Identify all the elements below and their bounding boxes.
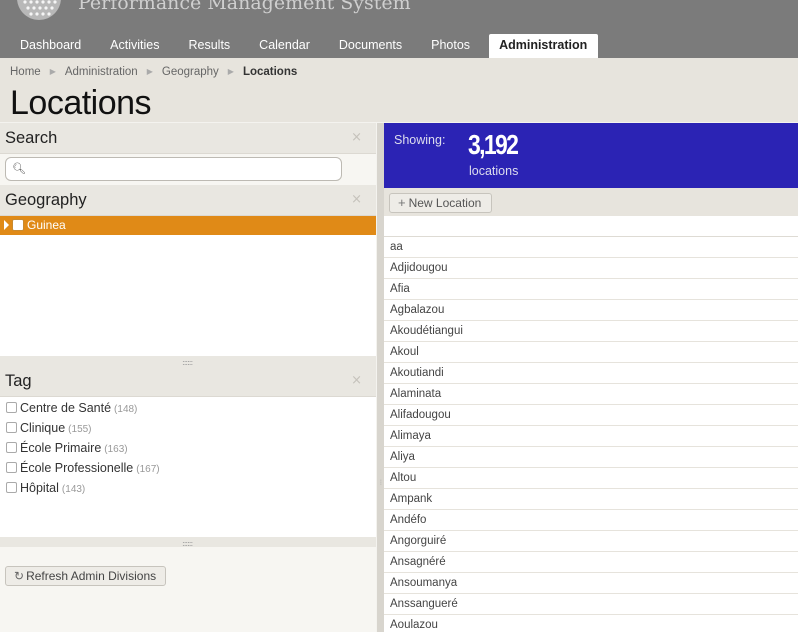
tag-checkbox[interactable] [6,442,17,453]
breadcrumb-home[interactable]: Home [10,66,41,78]
tag-label: École Professionelle [20,461,134,475]
tab-calendar[interactable]: Calendar [249,34,321,58]
tab-administration[interactable]: Administration [489,34,599,58]
list-item[interactable]: Andéfo [384,510,798,531]
tag-item[interactable]: Clinique (155) [6,421,92,439]
new-location-label: New Location [408,196,482,210]
plus-icon: + [398,195,406,210]
tag-checkbox[interactable] [6,482,17,493]
grip-icon: ⋮ [378,479,384,486]
globe-logo-icon [17,0,61,20]
tag-count: (167) [136,464,160,475]
panel-resize-handle[interactable]: :::::: [0,537,376,548]
node-checkbox[interactable] [12,219,24,231]
tag-list: Centre de Santé (148) Clinique (155) École… [0,397,376,537]
tag-item[interactable]: École Primaire (163) [6,441,128,459]
tag-item[interactable]: École Professionelle (167) [6,461,160,479]
list-item[interactable]: Alimaya [384,426,798,447]
showing-label: Showing: [394,133,446,147]
breadcrumb-separator-icon: ▶ [49,67,56,76]
result-unit: locations [469,164,519,178]
list-item[interactable]: Anssangueré [384,594,798,615]
app-header: Performance Management System Dashboard … [0,0,798,58]
breadcrumb-geography[interactable]: Geography [162,66,219,78]
app-title: Performance Management System [78,0,411,14]
tab-dashboard[interactable]: Dashboard [10,34,92,58]
tree-node-label: Guinea [27,218,66,232]
tag-checkbox[interactable] [6,402,17,413]
list-item[interactable]: aa [384,237,798,258]
list-item[interactable]: Akoul [384,342,798,363]
refresh-icon: ↻ [14,569,25,583]
tag-item[interactable]: Centre de Santé (148) [6,401,137,419]
list-toolbar: + New Location [384,188,798,216]
list-item[interactable]: Aoulazou [384,615,798,632]
list-item[interactable]: Altou [384,468,798,489]
list-header [384,216,798,237]
column-resize-handle[interactable]: ⋮ [377,123,384,632]
refresh-button-label: Refresh Admin Divisions [26,569,157,583]
breadcrumb-separator-icon: ▶ [146,67,153,76]
search-panel-title: Search [5,129,58,147]
locations-panel: Showing: 3,192 locations + New Location a… [384,123,798,632]
geography-tree: Guinea [0,216,376,356]
tag-count: (163) [104,444,128,455]
list-item[interactable]: Aliya [384,447,798,468]
page-title: Locations [10,84,152,122]
tag-count: (143) [61,484,86,495]
tag-count: (155) [68,424,92,435]
tag-label: Centre de Santé [20,401,112,415]
tag-label: École Primaire [20,441,102,455]
search-input[interactable] [30,161,330,177]
list-item[interactable]: Angorguiré [384,531,798,552]
geography-panel-title: Geography [5,191,87,209]
geography-panel-header: Geography × [0,185,376,216]
list-item[interactable]: Ansoumanya [384,573,798,594]
breadcrumb-administration[interactable]: Administration [65,66,138,78]
refresh-admin-divisions-button[interactable]: ↻ Refresh Admin Divisions [5,566,167,586]
list-item[interactable]: Akoutiandi [384,363,798,384]
close-search-panel-icon[interactable]: × [351,130,362,145]
result-count: 3,192 [468,129,519,160]
tab-activities[interactable]: Activities [100,34,170,58]
list-item[interactable]: Adjidougou [384,258,798,279]
tab-results[interactable]: Results [178,34,241,58]
close-geography-panel-icon[interactable]: × [351,192,362,207]
panel-resize-handle[interactable]: :::::: [0,356,376,367]
list-item[interactable]: Ampank [384,489,798,510]
breadcrumb: Home ▶ Administration ▶ Geography ▶ Locations [10,66,297,78]
tab-photos[interactable]: Photos [421,34,481,58]
new-location-button[interactable]: + New Location [389,193,493,213]
location-list: aa Adjidougou Afia Agbalazou Akoudétiangui Ak… [384,237,798,632]
tag-checkbox[interactable] [6,422,17,433]
list-item[interactable]: Ansagnéré [384,552,798,573]
tab-documents[interactable]: Documents [329,34,413,58]
tag-label: Clinique [20,421,66,435]
list-item[interactable]: Afia [384,279,798,300]
tag-count: (148) [114,404,138,415]
list-item[interactable]: Akoudétiangui [384,321,798,342]
list-item[interactable]: Alaminata [384,384,798,405]
tag-panel-header: Tag × [0,366,376,397]
list-item[interactable]: Alifadougou [384,405,798,426]
tag-panel-title: Tag [5,372,32,390]
list-item[interactable]: Agbalazou [384,300,798,321]
results-summary: Showing: 3,192 locations [384,123,798,188]
grip-icon: :::::: [182,539,193,548]
search-icon: 🔍︎ [12,162,26,175]
tag-item[interactable]: Hôpital (143) [6,481,85,499]
tag-checkbox[interactable] [6,462,17,473]
breadcrumb-separator-icon: ▶ [227,67,234,76]
search-field: 🔍︎ [5,157,342,181]
search-panel-header: Search × [0,123,376,154]
main-nav: Dashboard Activities Results Calendar Do… [10,34,606,58]
tag-label: Hôpital [20,481,59,495]
filter-sidebar: Search × 🔍︎ Geography × Guinea :::::: Ta… [0,123,376,632]
page-header: Home ▶ Administration ▶ Geography ▶ Locations … [0,58,798,122]
expand-arrow-icon[interactable] [4,220,9,230]
breadcrumb-current: Locations [242,66,298,78]
close-tag-panel-icon[interactable]: × [351,373,362,388]
tree-node-guinea[interactable]: Guinea [0,216,376,235]
